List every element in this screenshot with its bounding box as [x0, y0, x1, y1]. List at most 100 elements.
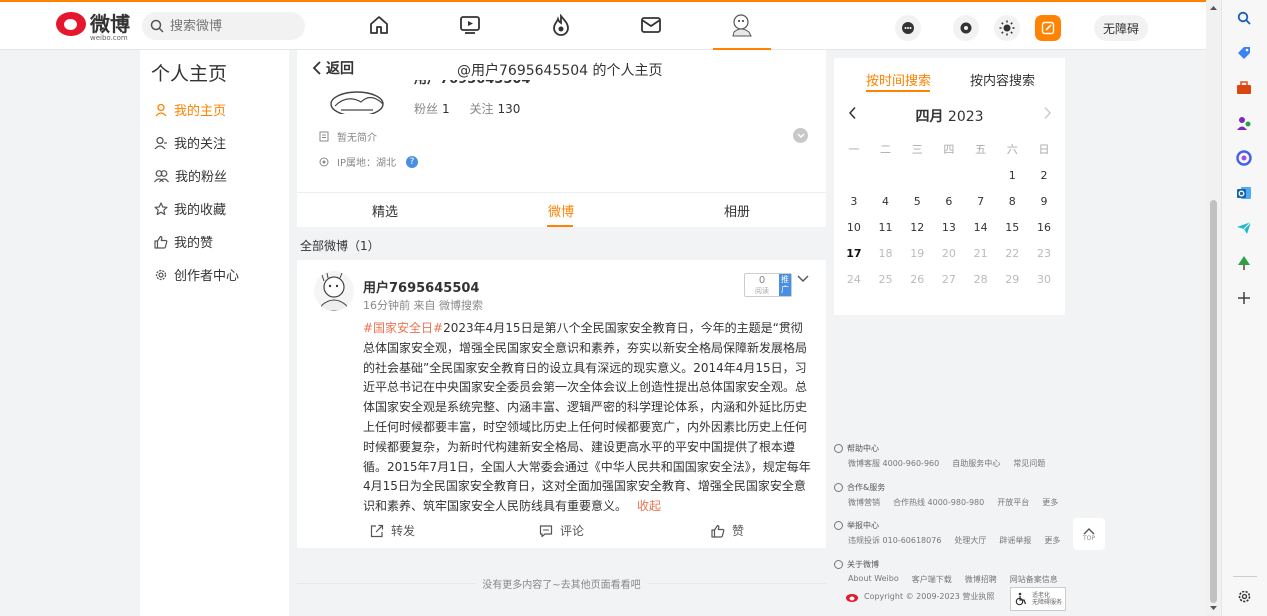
- promote-button[interactable]: 推广: [779, 274, 791, 296]
- back-to-top-button[interactable]: TOP: [1073, 518, 1105, 550]
- accessibility-button[interactable]: 无障碍: [1094, 15, 1148, 41]
- calendar-day[interactable]: 12: [901, 221, 933, 234]
- scrollbar-thumb[interactable]: [1210, 200, 1217, 603]
- post-menu-chevron-icon[interactable]: [797, 272, 809, 286]
- profile-avatar[interactable]: [327, 78, 391, 114]
- footer-link[interactable]: 违规投诉 010-60618076: [848, 535, 941, 546]
- document-icon: [319, 131, 329, 142]
- repost-button[interactable]: 转发: [370, 522, 415, 539]
- tab-album[interactable]: 相册: [724, 201, 750, 220]
- outlook-icon[interactable]: [1235, 184, 1253, 202]
- like-button[interactable]: 赞: [711, 522, 744, 539]
- send-plane-icon[interactable]: [1235, 219, 1253, 237]
- calendar-day[interactable]: 1: [996, 169, 1028, 182]
- my-avatar-icon[interactable]: [729, 12, 755, 38]
- tab-search-by-content[interactable]: 按内容搜索: [970, 70, 1035, 89]
- footer-link[interactable]: About Weibo: [848, 574, 899, 585]
- scroll-up-arrow-icon[interactable]: [1206, 2, 1221, 14]
- chat-icon[interactable]: [895, 15, 921, 41]
- calendar-day[interactable]: 2: [1028, 169, 1060, 182]
- settings-gear-icon[interactable]: [1235, 587, 1253, 605]
- footer-link[interactable]: 客户端下载: [912, 574, 952, 585]
- shopping-tag-icon[interactable]: [1235, 44, 1253, 62]
- tab-search-by-time[interactable]: 按时间搜索: [866, 70, 931, 89]
- toolbox-icon[interactable]: [1235, 79, 1253, 97]
- theme-sun-icon[interactable]: [994, 15, 1020, 41]
- page-scrollbar[interactable]: [1206, 0, 1221, 616]
- collapse-link[interactable]: 收起: [637, 499, 661, 513]
- footer-link[interactable]: 开放平台: [997, 497, 1029, 508]
- post-username[interactable]: 用户7695645504: [363, 277, 479, 296]
- calendar-month: 四月: [915, 109, 944, 125]
- write-post-button[interactable]: [1035, 15, 1061, 41]
- calendar-day: 22: [1005, 246, 1020, 260]
- expand-profile-button[interactable]: [793, 128, 808, 143]
- footer-link[interactable]: 微博招聘: [965, 574, 997, 585]
- sidebar-item-my-likes[interactable]: 我的赞: [154, 232, 213, 251]
- help-question-icon[interactable]: ?: [405, 155, 418, 168]
- about-icon: [834, 560, 843, 569]
- calendar-day[interactable]: 14: [965, 221, 997, 234]
- calendar-day[interactable]: 7: [965, 195, 997, 208]
- footer-link[interactable]: 合作热线 4000-980-980: [893, 497, 984, 508]
- games-figure-icon[interactable]: [1235, 114, 1253, 132]
- hot-fire-icon[interactable]: [548, 12, 574, 38]
- search-input[interactable]: [170, 18, 290, 34]
- calendar-day[interactable]: 8: [996, 195, 1028, 208]
- video-icon[interactable]: [457, 12, 483, 38]
- read-counter[interactable]: 0 阅读 推广: [744, 273, 792, 297]
- settings-gear-icon[interactable]: [953, 15, 979, 41]
- post-hashtag[interactable]: #国家安全日#: [363, 321, 443, 335]
- profile-header-bar: 返回 @用户7695645504 的个人主页: [297, 58, 826, 80]
- footer-link[interactable]: 微博客服 4000-960-960: [848, 458, 939, 469]
- sidebar-item-my-follows[interactable]: 我的关注: [154, 133, 226, 152]
- edit-pencil-icon: [1041, 21, 1055, 35]
- calendar-day[interactable]: 3: [838, 195, 870, 208]
- sidebar-item-creator-center[interactable]: 创作者中心: [154, 265, 239, 284]
- home-icon[interactable]: [366, 12, 392, 38]
- calendar-grid: 一二三四五六日 1 2 3 4 5 6 7 8 9 10 11 12 13 14 15 16 17 18 19 20 2…: [838, 136, 1060, 292]
- add-plus-icon[interactable]: [1235, 289, 1253, 307]
- thumb-icon: [154, 235, 168, 249]
- calendar-day[interactable]: 5: [901, 195, 933, 208]
- post-avatar[interactable]: [314, 271, 354, 311]
- footer-link[interactable]: 网站备案信息: [1010, 574, 1058, 585]
- elderly-accessibility-badge[interactable]: 适老化 无障碍服务: [1010, 587, 1066, 611]
- comment-button[interactable]: 评论: [539, 522, 584, 539]
- copyright-text[interactable]: Copyright © 2009-2023 营业执照: [864, 591, 994, 602]
- next-month-chevron-icon[interactable]: [1042, 106, 1052, 123]
- search-icon[interactable]: [1235, 9, 1253, 27]
- fans-count[interactable]: 1: [442, 102, 450, 116]
- footer-link[interactable]: 常见问题: [1013, 458, 1045, 469]
- follow-count[interactable]: 130: [498, 102, 521, 116]
- tree-icon[interactable]: [1235, 254, 1253, 272]
- copilot-icon[interactable]: [1235, 149, 1253, 167]
- footer-link[interactable]: 更多: [1042, 497, 1058, 508]
- calendar-day[interactable]: 9: [1028, 195, 1060, 208]
- sidebar-item-my-fans[interactable]: 我的粉丝: [154, 166, 227, 185]
- footer-link[interactable]: 辟谣举报: [999, 535, 1031, 546]
- footer-link[interactable]: 微博营销: [848, 497, 880, 508]
- sidebar-item-my-favorites[interactable]: 我的收藏: [154, 199, 226, 218]
- calendar-day[interactable]: 10: [838, 221, 870, 234]
- scroll-down-arrow-icon[interactable]: [1206, 602, 1221, 614]
- sidebar-item-my-home[interactable]: 我的主页: [154, 100, 226, 119]
- back-button[interactable]: 返回: [311, 58, 354, 78]
- calendar-day[interactable]: 4: [870, 195, 902, 208]
- tab-weibo[interactable]: 微博: [548, 201, 574, 220]
- calendar-weekday: 日: [1038, 143, 1050, 156]
- calendar-day[interactable]: 13: [933, 221, 965, 234]
- calendar-day[interactable]: 6: [933, 195, 965, 208]
- weibo-logo[interactable]: 微博 weibo.com: [56, 12, 130, 42]
- calendar-day[interactable]: 17: [838, 247, 870, 260]
- footer-about-section: 关于微博 About Weibo 客户端下载 微博招聘 网站备案信息: [834, 559, 1058, 585]
- calendar-day[interactable]: 16: [1028, 221, 1060, 234]
- search-box[interactable]: [142, 12, 305, 40]
- calendar-day[interactable]: 15: [996, 221, 1028, 234]
- mail-icon[interactable]: [638, 12, 664, 38]
- footer-link[interactable]: 更多: [1044, 535, 1060, 546]
- footer-link[interactable]: 自助服务中心: [952, 458, 1000, 469]
- calendar-day[interactable]: 11: [870, 221, 902, 234]
- footer-link[interactable]: 处理大厅: [954, 535, 986, 546]
- tab-featured[interactable]: 精选: [372, 201, 398, 220]
